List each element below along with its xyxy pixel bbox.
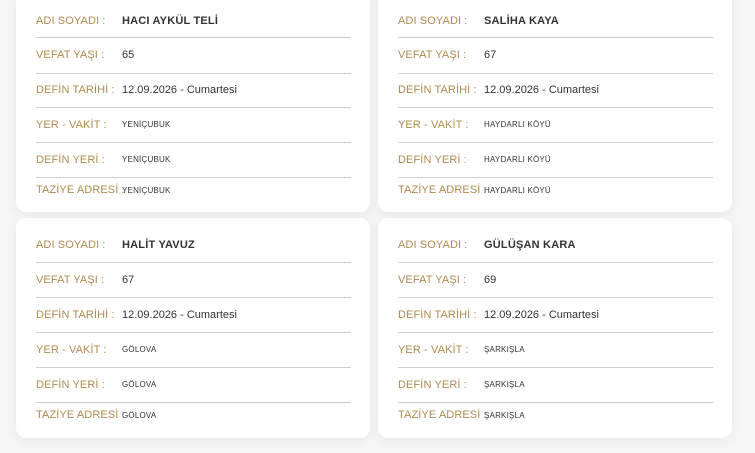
obituary-card: ADI SOYADI : HACI AYKÜL TELİ VEFAT YAŞI … (16, 0, 370, 212)
name-label: ADI SOYADI : (36, 239, 106, 251)
burial-place-row: DEFİN YERİ : YENİÇUBUK (36, 142, 351, 178)
burial-date-row: DEFİN TARİHİ : 12.09.2026 - Cumartesi (398, 73, 713, 108)
condolence-address-row: TAZİYE ADRESİ : GÖLOVA (36, 402, 351, 428)
age-label: VEFAT YAŞI : (36, 49, 105, 61)
place-time-row: YER - VAKİT : YENİÇUBUK (36, 107, 351, 143)
condolence-address-row: TAZİYE ADRESİ : ŞARKIŞLA (398, 402, 713, 428)
name-value: HACI AYKÜL TELİ (122, 14, 219, 27)
name-row: ADI SOYADI : HALİT YAVUZ (36, 228, 351, 263)
burial-date-label: DEFİN TARİHİ : (36, 84, 115, 96)
burial-place-row: DEFİN YERİ : ŞARKIŞLA (398, 367, 713, 403)
condolence-address-value: ŞARKIŞLA (484, 410, 525, 420)
age-label: VEFAT YAŞI : (36, 273, 105, 286)
place-time-value: YENİÇUBUK (122, 120, 171, 129)
age-value: 67 (122, 273, 135, 286)
name-row: ADI SOYADI : SALİHA KAYA (398, 4, 713, 38)
name-row: ADI SOYADI : GÜLÜŞAN KARA (398, 228, 713, 263)
burial-date-label: DEFİN TARİHİ : (398, 308, 477, 321)
burial-date-value: 12.09.2026 - Cumartesi (122, 84, 237, 96)
condolence-address-label: TAZİYE ADRESİ : (398, 409, 487, 421)
condolence-address-value: YENİÇUBUK (122, 185, 171, 195)
name-value: HALİT YAVUZ (122, 239, 195, 251)
condolence-address-label: TAZİYE ADRESİ : (36, 184, 125, 196)
name-value: GÜLÜŞAN KARA (484, 239, 576, 251)
age-row: VEFAT YAŞI : 67 (398, 37, 713, 74)
condolence-address-label: TAZİYE ADRESİ : (36, 409, 125, 421)
obituary-card: ADI SOYADI : SALİHA KAYA VEFAT YAŞI : 67… (378, 0, 732, 212)
condolence-address-value: GÖLOVA (122, 410, 157, 420)
burial-date-value: 12.09.2026 - Cumartesi (122, 308, 237, 321)
burial-date-row: DEFİN TARİHİ : 12.09.2026 - Cumartesi (36, 297, 351, 333)
condolence-address-value: HAYDARLI KÖYÜ (484, 185, 551, 195)
place-time-value: GÖLOVA (122, 345, 157, 354)
burial-date-value: 12.09.2026 - Cumartesi (484, 84, 599, 96)
burial-date-row: DEFİN TARİHİ : 12.09.2026 - Cumartesi (36, 73, 351, 108)
condolence-address-row: TAZİYE ADRESİ : HAYDARLI KÖYÜ (398, 177, 713, 203)
name-label: ADI SOYADI : (36, 14, 106, 27)
age-value: 65 (122, 49, 135, 61)
burial-place-row: DEFİN YERİ : GÖLOVA (36, 367, 351, 403)
age-label: VEFAT YAŞI : (398, 273, 467, 286)
obituary-card: ADI SOYADI : GÜLÜŞAN KARA VEFAT YAŞI : 6… (378, 218, 732, 438)
burial-date-label: DEFİN TARİHİ : (36, 308, 115, 321)
burial-place-label: DEFİN YERİ : (398, 378, 467, 391)
age-row: VEFAT YAŞI : 65 (36, 37, 351, 74)
burial-place-label: DEFİN YERİ : (36, 153, 105, 166)
place-time-label: YER - VAKİT : (36, 118, 107, 131)
burial-date-value: 12.09.2026 - Cumartesi (484, 308, 599, 321)
burial-place-value: HAYDARLI KÖYÜ (484, 155, 551, 164)
condolence-address-row: TAZİYE ADRESİ : YENİÇUBUK (36, 177, 351, 203)
place-time-row: YER - VAKİT : ŞARKIŞLA (398, 332, 713, 368)
name-row: ADI SOYADI : HACI AYKÜL TELİ (36, 4, 351, 38)
condolence-address-label: TAZİYE ADRESİ : (398, 184, 487, 196)
age-value: 69 (484, 273, 497, 286)
burial-date-row: DEFİN TARİHİ : 12.09.2026 - Cumartesi (398, 297, 713, 333)
burial-place-value: ŞARKIŞLA (484, 380, 525, 389)
name-label: ADI SOYADI : (398, 239, 468, 251)
burial-place-label: DEFİN YERİ : (36, 378, 105, 391)
burial-place-label: DEFİN YERİ : (398, 153, 467, 166)
burial-date-label: DEFİN TARİHİ : (398, 84, 477, 96)
age-value: 67 (484, 49, 497, 61)
place-time-label: YER - VAKİT : (36, 343, 107, 356)
age-row: VEFAT YAŞI : 69 (398, 262, 713, 298)
place-time-label: YER - VAKİT : (398, 343, 469, 356)
burial-place-row: DEFİN YERİ : HAYDARLI KÖYÜ (398, 142, 713, 178)
age-label: VEFAT YAŞI : (398, 49, 467, 61)
place-time-value: ŞARKIŞLA (484, 345, 525, 354)
place-time-row: YER - VAKİT : GÖLOVA (36, 332, 351, 368)
name-value: SALİHA KAYA (484, 14, 559, 27)
age-row: VEFAT YAŞI : 67 (36, 262, 351, 298)
obituary-card: ADI SOYADI : HALİT YAVUZ VEFAT YAŞI : 67… (16, 218, 370, 438)
place-time-row: YER - VAKİT : HAYDARLI KÖYÜ (398, 107, 713, 143)
burial-place-value: GÖLOVA (122, 380, 157, 389)
burial-place-value: YENİÇUBUK (122, 155, 171, 164)
place-time-value: HAYDARLI KÖYÜ (484, 120, 551, 129)
name-label: ADI SOYADI : (398, 14, 468, 27)
place-time-label: YER - VAKİT : (398, 118, 469, 131)
